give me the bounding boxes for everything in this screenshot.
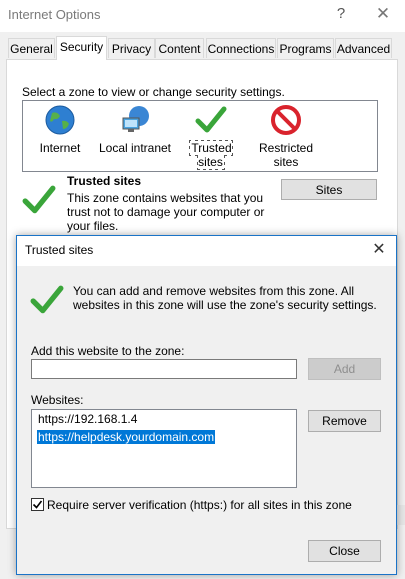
zone-internet[interactable]: Internet bbox=[36, 104, 84, 155]
globe-icon bbox=[36, 104, 84, 139]
tab-general[interactable]: General bbox=[8, 38, 55, 58]
tab-connections[interactable]: Connections bbox=[206, 38, 276, 58]
sites-button[interactable]: Sites bbox=[281, 179, 377, 200]
zone-trusted-sites-label: Trusted sites bbox=[189, 140, 233, 170]
websites-label: Websites: bbox=[31, 393, 84, 407]
zone-trusted-sites[interactable]: Trusted sites bbox=[177, 104, 245, 170]
tab-privacy[interactable]: Privacy bbox=[108, 38, 155, 58]
require-verification-checkbox[interactable] bbox=[31, 498, 44, 511]
add-button[interactable]: Add bbox=[308, 358, 381, 380]
trusted-zone-check-icon bbox=[22, 183, 56, 220]
zone-restricted-sites-label-line1: Restricted bbox=[258, 141, 314, 155]
zone-local-intranet[interactable]: Local intranet bbox=[98, 104, 172, 155]
select-zone-label: Select a zone to view or change security… bbox=[22, 85, 285, 99]
tab-advanced[interactable]: Advanced bbox=[335, 38, 392, 58]
require-verification-label: Require server verification (https:) for… bbox=[47, 498, 352, 512]
zone-restricted-sites-label-line2: sites bbox=[273, 155, 299, 169]
zone-description: This zone contains websites that you tru… bbox=[67, 191, 265, 233]
add-website-input[interactable] bbox=[31, 359, 297, 379]
website-list-item-selected[interactable]: https://helpdesk.yourdomain.com bbox=[37, 430, 216, 444]
tab-security[interactable]: Security bbox=[56, 36, 107, 60]
close-button[interactable]: Close bbox=[308, 540, 381, 562]
zone-internet-label: Internet bbox=[39, 141, 81, 155]
zone-title: Trusted sites bbox=[67, 174, 142, 188]
tab-programs[interactable]: Programs bbox=[277, 38, 334, 58]
website-list-item[interactable]: https://192.168.1.4 bbox=[37, 412, 138, 426]
dialog-title: Trusted sites bbox=[25, 243, 94, 257]
red-prohibited-icon bbox=[256, 104, 316, 139]
window-title: Internet Options bbox=[8, 7, 101, 22]
close-window-button[interactable]: ✕ bbox=[370, 4, 396, 26]
add-website-label: Add this website to the zone: bbox=[31, 344, 185, 358]
help-button[interactable]: ? bbox=[331, 5, 351, 25]
checkmark-icon bbox=[32, 500, 43, 509]
dialog-check-icon bbox=[30, 283, 64, 320]
zone-local-intranet-label: Local intranet bbox=[98, 141, 172, 155]
dialog-close-icon[interactable]: ✕ bbox=[366, 238, 392, 262]
green-check-icon bbox=[177, 104, 245, 139]
remove-button[interactable]: Remove bbox=[308, 410, 381, 432]
zone-restricted-sites[interactable]: Restricted sites bbox=[256, 104, 316, 169]
tab-content[interactable]: Content bbox=[155, 38, 204, 58]
dialog-description: You can add and remove websites from thi… bbox=[73, 284, 377, 312]
network-computer-icon bbox=[98, 104, 172, 139]
